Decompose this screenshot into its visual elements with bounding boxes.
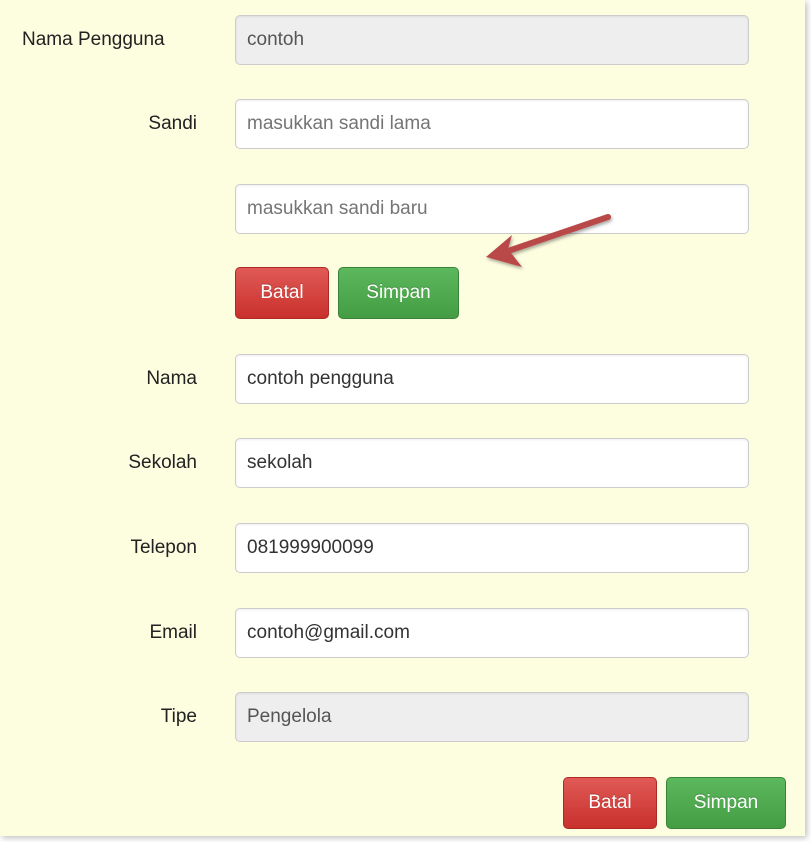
password-save-button[interactable]: Simpan [338,267,459,319]
profile-form-panel: Nama Pengguna Sandi Batal Simpan Nama Se… [0,0,805,836]
type-field[interactable] [235,692,749,742]
school-field[interactable] [235,438,749,488]
cancel-button[interactable]: Batal [563,777,657,829]
school-label: Sekolah [128,452,197,473]
email-field[interactable] [235,608,749,658]
phone-label: Telepon [130,537,197,558]
phone-field[interactable] [235,523,749,573]
email-label: Email [149,622,197,643]
old-password-field[interactable] [235,99,749,149]
name-label: Nama [146,368,197,389]
type-label: Tipe [160,706,197,727]
username-field[interactable] [235,15,749,65]
password-label: Sandi [148,113,197,134]
save-button[interactable]: Simpan [666,777,786,829]
username-label: Nama Pengguna [22,29,165,50]
password-cancel-button[interactable]: Batal [235,267,329,319]
arrow-pointing-left-icon [486,214,611,267]
name-field[interactable] [235,354,749,404]
